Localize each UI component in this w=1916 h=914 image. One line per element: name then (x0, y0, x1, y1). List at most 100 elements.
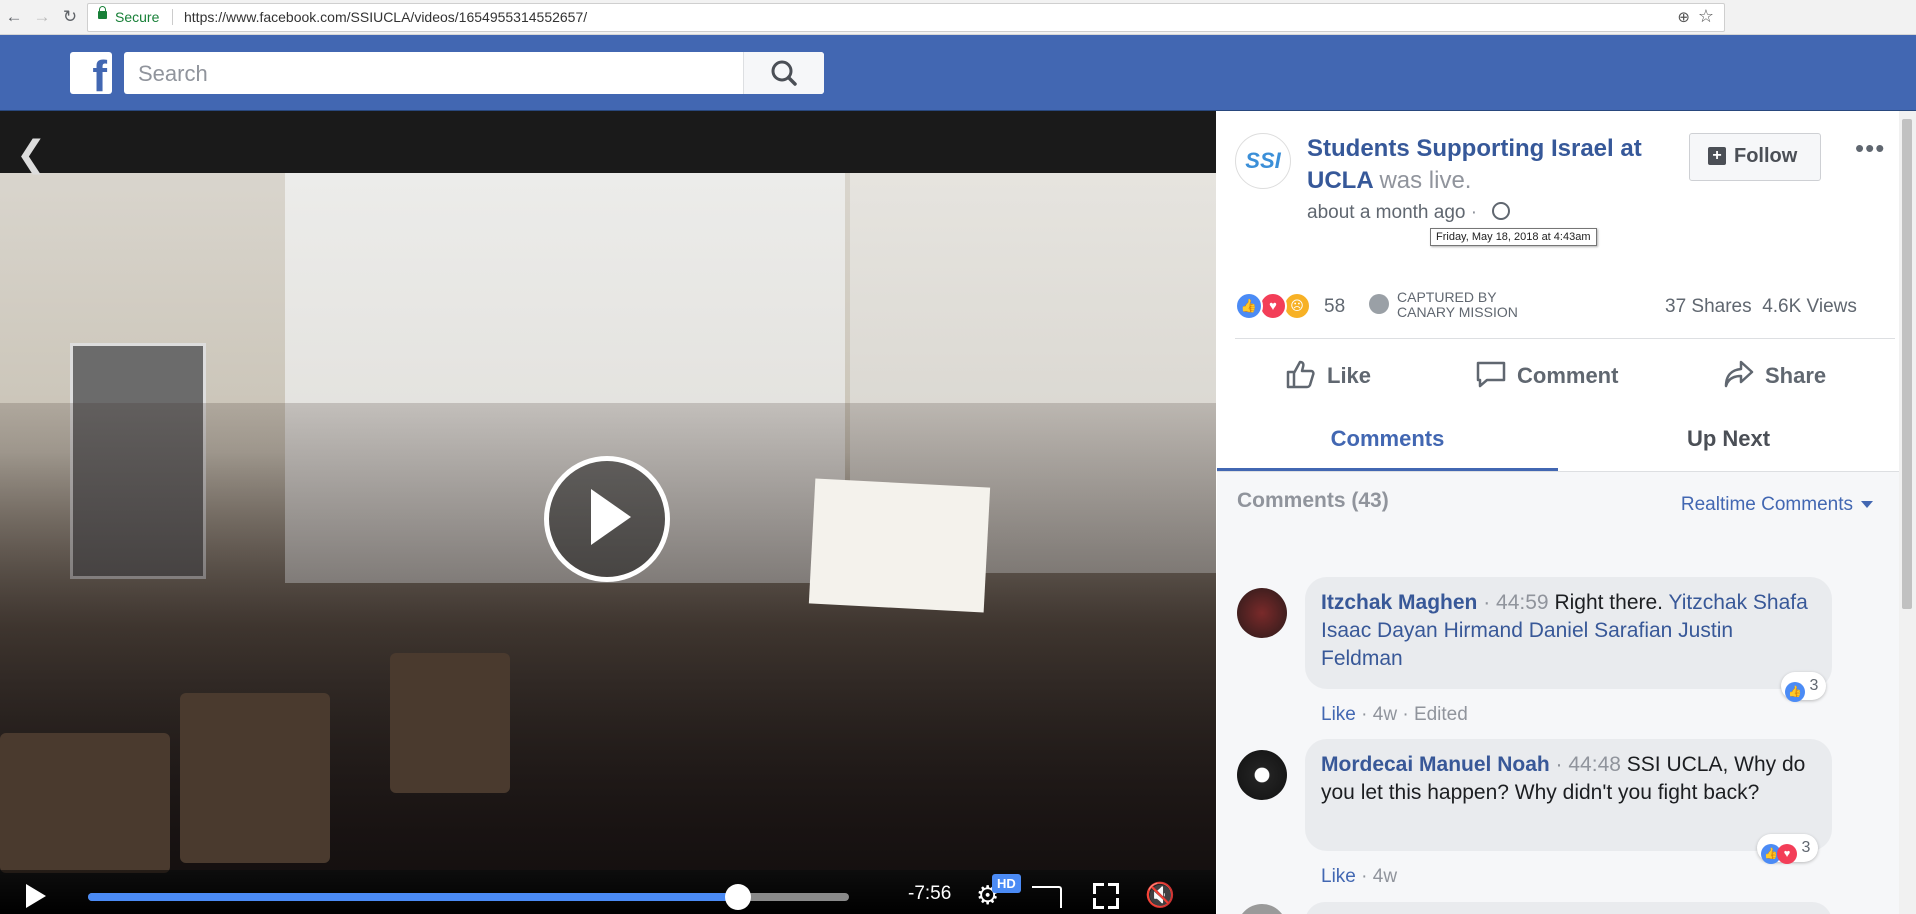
comment-timestamp[interactable]: 44:48 (1568, 753, 1621, 776)
comment-author[interactable]: Itzchak Maghen (1321, 591, 1477, 614)
globe-icon[interactable] (1492, 202, 1511, 220)
comment-reaction-badge[interactable]: 👍 ♥ 3 (1757, 834, 1819, 864)
back-chevron-icon[interactable]: ❮ (16, 133, 46, 175)
follow-label: Follow (1734, 145, 1798, 167)
comment-like-link[interactable]: Like (1321, 866, 1356, 887)
panel-tabs: Comments Up Next (1217, 413, 1899, 472)
mute-speaker-icon[interactable]: 🔇 (1145, 881, 1175, 910)
play-overlay-button[interactable] (544, 456, 670, 582)
search-button[interactable] (743, 52, 824, 94)
url-text[interactable]: https://www.facebook.com/SSIUCLA/videos/… (184, 9, 587, 25)
time-remaining: -7:56 (908, 883, 952, 904)
comments-area: Comments (43) Realtime Comments Itzchak … (1217, 472, 1899, 914)
page-avatar[interactable]: SSI (1235, 133, 1291, 189)
share-button[interactable]: Share (1723, 358, 1826, 394)
comment-author[interactable]: Mordecai Manuel Noah (1321, 753, 1550, 776)
tab-up-next[interactable]: Up Next (1558, 413, 1899, 471)
was-live-text: was live. (1379, 167, 1472, 194)
address-bar[interactable]: Secure https://www.facebook.com/SSIUCLA/… (87, 3, 1725, 32)
comment-button[interactable]: Comment (1475, 358, 1618, 394)
comment-bubble (1305, 902, 1832, 914)
like-reaction-icon: 👍 (1785, 682, 1805, 702)
comment-timestamp[interactable]: 44:59 (1496, 591, 1549, 614)
url-divider (172, 9, 173, 25)
post-time: about a month ago · (1307, 202, 1511, 224)
comment-bubble-icon (1476, 361, 1506, 388)
avatar[interactable] (1237, 588, 1287, 638)
search-icon (771, 60, 797, 86)
canary-line-2: CANARY MISSION (1397, 304, 1518, 320)
avatar[interactable] (1237, 904, 1287, 914)
date-tooltip: Friday, May 18, 2018 at 4:43am (1430, 228, 1597, 246)
play-icon[interactable] (26, 884, 46, 908)
more-options-icon[interactable]: ••• (1855, 133, 1885, 164)
cast-icon[interactable] (1032, 886, 1062, 908)
progress-fill (88, 893, 738, 901)
follow-button[interactable]: + Follow (1689, 133, 1821, 181)
share-arrow-icon (1724, 360, 1754, 388)
video-player[interactable]: ❮ -7:56 ⚙ HD 🔇 (0, 111, 1216, 914)
comment-age[interactable]: 4w (1373, 704, 1397, 725)
handwritten-sign (808, 478, 991, 613)
comment-meta: Like · 4w (1321, 866, 1398, 887)
angry-reaction-icon: ☹ (1283, 292, 1311, 320)
like-button[interactable]: Like (1285, 358, 1371, 394)
share-view-counts: 37 Shares 4.6K Views (1665, 296, 1857, 318)
realtime-comments-dropdown[interactable]: Realtime Comments (1681, 494, 1873, 516)
comment-label: Comment (1517, 363, 1619, 388)
scrollbar-thumb[interactable] (1902, 119, 1912, 609)
canary-logo-icon (1369, 294, 1389, 314)
love-reaction-icon: ♥ (1259, 292, 1287, 320)
hd-badge: HD (992, 874, 1021, 893)
shares-count[interactable]: 37 Shares (1665, 296, 1752, 317)
comment-reaction-count: 3 (1801, 839, 1811, 856)
like-label: Like (1327, 363, 1372, 388)
thumbs-up-icon (1286, 360, 1315, 389)
forward-arrow-icon[interactable]: → (32, 7, 52, 27)
comment-age[interactable]: 4w (1373, 866, 1397, 887)
canary-text: CAPTURED BY CANARY MISSION (1397, 290, 1518, 320)
comment-reaction-count: 3 (1809, 677, 1819, 694)
progress-track[interactable] (88, 884, 849, 910)
facebook-header: f (0, 35, 1916, 111)
post-title: Students Supporting Israel at UCLA was l… (1307, 133, 1657, 197)
comment-reaction-badge[interactable]: 👍 3 (1781, 672, 1827, 702)
post-panel: SSI Students Supporting Israel at UCLA w… (1217, 111, 1899, 914)
comment-text: Right there. (1554, 591, 1664, 614)
bookmark-star-icon[interactable]: ☆ (1698, 6, 1714, 27)
comment-bubble: Itzchak Maghen · 44:59 Right there. Yitz… (1305, 577, 1832, 689)
lock-icon (98, 6, 107, 19)
scrollbar[interactable] (1899, 111, 1916, 914)
search-box (124, 52, 824, 94)
chair (180, 693, 330, 863)
share-label: Share (1765, 363, 1827, 388)
love-reaction-icon: ♥ (1777, 844, 1797, 864)
back-arrow-icon[interactable]: ← (4, 7, 24, 27)
divider (1235, 338, 1895, 339)
fullscreen-icon[interactable] (1093, 883, 1119, 909)
views-count: 4.6K Views (1762, 296, 1857, 317)
browser-toolbar: ← → ↻ Secure https://www.facebook.com/SS… (0, 0, 1916, 35)
secure-label: Secure (115, 9, 160, 25)
reload-icon[interactable]: ↻ (60, 7, 80, 27)
comment-meta: Like · 4w · Edited (1321, 704, 1468, 725)
comment-like-link[interactable]: Like (1321, 704, 1356, 725)
comments-count: Comments (43) (1237, 489, 1389, 512)
search-input[interactable] (136, 59, 790, 89)
tab-comments[interactable]: Comments (1217, 413, 1558, 471)
chair (0, 733, 170, 873)
comment-bubble: Mordecai Manuel Noah · 44:48 SSI UCLA, W… (1305, 739, 1832, 851)
canary-line-1: CAPTURED BY (1397, 289, 1497, 305)
like-reaction-icon: 👍 (1235, 292, 1263, 320)
progress-handle[interactable] (724, 884, 751, 910)
follow-plus-icon: + (1708, 147, 1726, 165)
page-name-link[interactable]: Students Supporting Israel at UCLA (1307, 135, 1642, 194)
zoom-icon[interactable]: ⊕ (1677, 8, 1690, 26)
chair (390, 653, 510, 793)
post-time-ago[interactable]: about a month ago (1307, 202, 1465, 223)
reaction-count[interactable]: 58 (1324, 296, 1345, 318)
facebook-logo-icon[interactable]: f (70, 52, 112, 94)
video-controls: -7:56 ⚙ HD 🔇 (0, 870, 1216, 914)
edited-label[interactable]: Edited (1414, 704, 1468, 725)
avatar[interactable] (1237, 750, 1287, 800)
